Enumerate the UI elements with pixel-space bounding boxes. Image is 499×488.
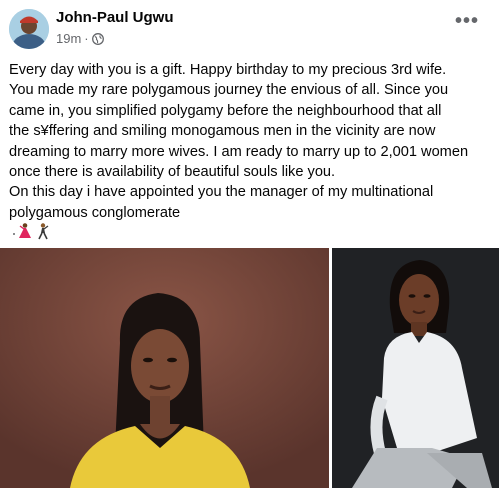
post-body: Every day with you is a gift. Happy birt… [9, 60, 495, 223]
post-line: the s¥ffering and smiling monogamous men… [9, 123, 436, 140]
post-line: dreaming to marry more wives. I am ready… [9, 143, 469, 160]
author-name[interactable]: John-Paul Ugwu [56, 9, 174, 26]
post-line: once there is availability of beautiful … [9, 164, 336, 181]
post-time[interactable]: 19m [56, 31, 81, 46]
post-line: On this day i have appointed you the man… [9, 184, 434, 201]
photo-grid [0, 248, 499, 488]
post-header: John-Paul Ugwu 19m · ••• [0, 0, 499, 54]
photo-woman-yellow-top[interactable] [0, 248, 329, 488]
globe-icon[interactable] [91, 32, 104, 45]
post-line: came in, you simplified polygamy before … [9, 102, 442, 119]
emoji-row [9, 222, 69, 240]
dancing-woman-icon [13, 223, 31, 238]
photo-woman-white-shirt[interactable] [332, 248, 499, 488]
post-line: Every day with you is a gift. Happy birt… [9, 62, 447, 78]
author-avatar[interactable] [9, 9, 49, 49]
dancing-man-icon [38, 223, 49, 240]
more-options-icon[interactable]: ••• [452, 11, 482, 34]
post-line: You made my rare polygamous journey the … [9, 82, 449, 99]
post-meta: 19m · [56, 31, 104, 46]
post-line: polygamous conglomerate [9, 204, 181, 221]
meta-separator: · [84, 31, 89, 46]
